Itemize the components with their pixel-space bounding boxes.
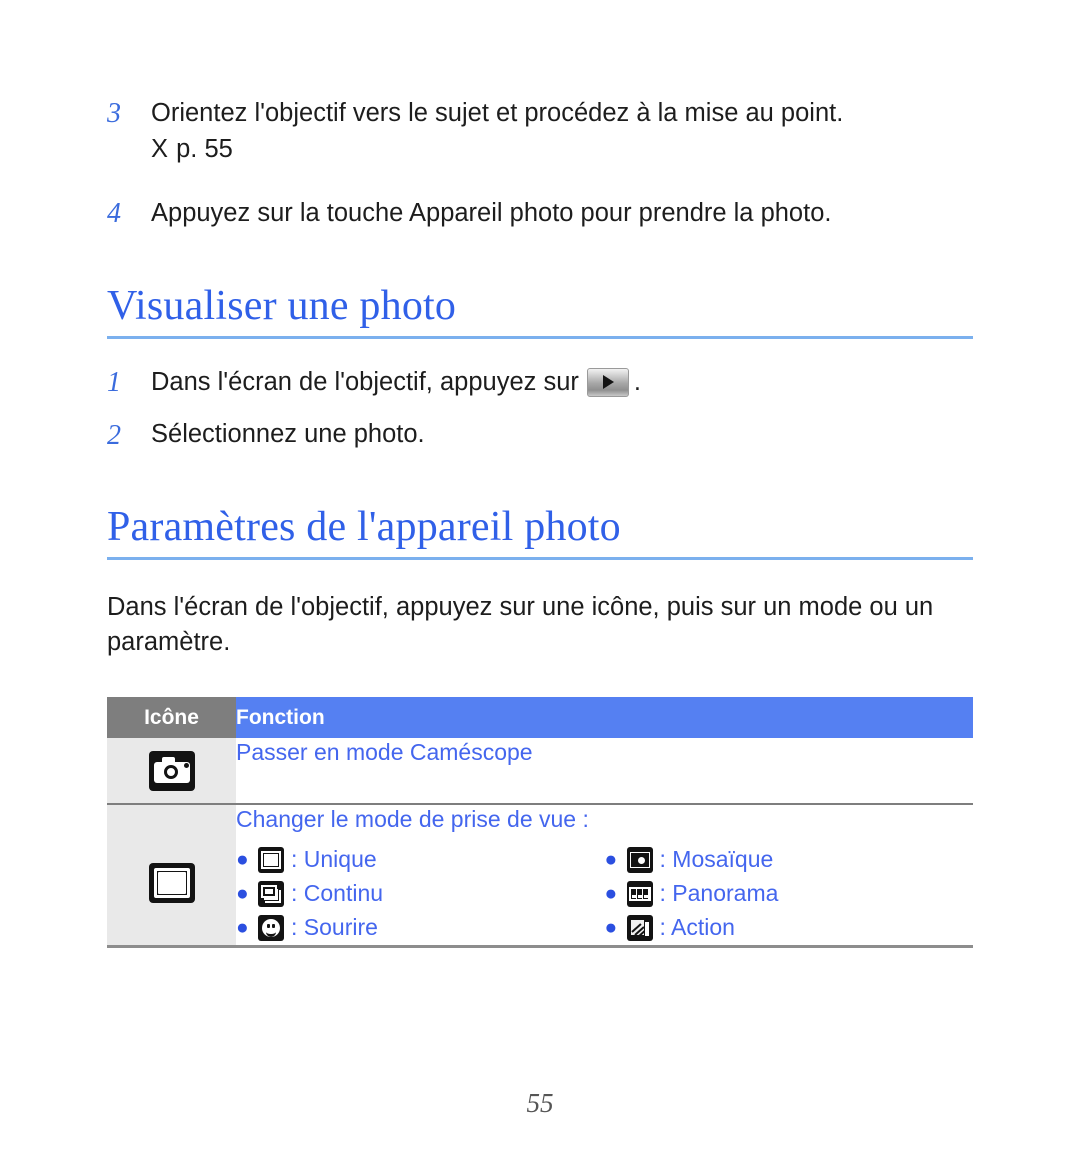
- mode-name: Action: [671, 914, 735, 941]
- mode-separator: :: [659, 914, 666, 941]
- step-item-3: 3 Orientez l'objectif vers le sujet et p…: [107, 96, 973, 166]
- heading-rule: [107, 557, 973, 561]
- mode-item-continu: ● : Continu: [236, 877, 605, 911]
- function-label: Passer en mode Caméscope: [236, 739, 533, 765]
- page-number: 55: [526, 1088, 554, 1118]
- cross-reference-page: p. 55: [176, 135, 233, 164]
- table-header-row: Icône Fonction: [107, 697, 973, 738]
- step-number: 4: [107, 198, 121, 230]
- mode-separator: :: [291, 880, 298, 907]
- mode-label: : Action: [660, 916, 735, 939]
- shooting-modes-left-column: ● : Unique ● : Continu ●: Sourire: [236, 843, 605, 945]
- step-text-block: Dans l'écran de l'objectif, appuyez sur.: [151, 366, 641, 399]
- shooting-mode-frame-icon: [148, 863, 195, 903]
- play-button-icon[interactable]: [586, 368, 629, 398]
- step-number: 3: [107, 98, 121, 129]
- mosaic-shot-icon: [626, 846, 653, 873]
- step-text: Appuyez sur la touche Appareil photo pou…: [151, 199, 832, 228]
- mode-item-mosaique: ● : Mosaïque: [605, 843, 974, 877]
- heading-rule: [107, 335, 973, 339]
- mode-name: Sourire: [303, 914, 378, 941]
- step-text: Orientez l'objectif vers le sujet et pro…: [151, 99, 844, 127]
- step-text: Dans l'écran de l'objectif, appuyez sur: [151, 367, 579, 396]
- smile-shot-icon: [258, 914, 284, 941]
- mode-label: : Mosaïque: [660, 848, 774, 871]
- mode-separator: :: [291, 846, 298, 873]
- mode-item-sourire: ● : Sourire: [236, 911, 605, 945]
- step-item-4: 4 Appuyez sur la touche Appareil photo p…: [107, 196, 973, 231]
- bullet-icon: ●: [604, 916, 618, 940]
- camera-settings-table: Icône Fonction Passer en mode Caméscope …: [107, 697, 973, 948]
- table-cell-function: Passer en mode Caméscope: [236, 738, 973, 805]
- mode-separator: :: [291, 914, 298, 941]
- mode-item-panorama: ● : Panorama: [605, 877, 974, 911]
- panorama-shot-icon: [626, 880, 653, 907]
- manual-page: 3 Orientez l'objectif vers le sujet et p…: [0, 96, 1080, 1176]
- arrow-reference-icon: X: [151, 135, 170, 164]
- table-row: Changer le mode de prise de vue : ● : Un…: [107, 804, 973, 948]
- step-number: 2: [107, 419, 121, 451]
- step-number: 1: [107, 366, 121, 398]
- mode-label: : Continu: [291, 882, 383, 905]
- table-header-icon: Icône: [107, 697, 236, 738]
- mode-item-action: ● : Action: [605, 911, 974, 945]
- step-text: Sélectionnez une photo.: [151, 420, 425, 449]
- step-item-1: 1 Dans l'écran de l'objectif, appuyez su…: [107, 365, 973, 400]
- mode-name: Unique: [303, 846, 377, 873]
- step-text-block: Orientez l'objectif vers le sujet et pro…: [151, 96, 973, 166]
- table-cell-icon: [107, 738, 236, 805]
- bullet-icon: ●: [236, 916, 249, 940]
- function-label: Changer le mode de prise de vue :: [236, 806, 589, 832]
- mode-name: Panorama: [672, 880, 779, 907]
- step-item-2: 2 Sélectionnez une photo.: [107, 418, 973, 453]
- mode-separator: :: [659, 846, 666, 873]
- mode-separator: :: [659, 880, 666, 907]
- section-heading-camera-settings: Paramètres de l'appareil photo: [107, 504, 621, 551]
- single-shot-icon: [258, 846, 284, 873]
- mode-name: Continu: [303, 880, 384, 907]
- shooting-modes-list: ● : Unique ● : Continu ●: Sourire ●: M…: [236, 843, 973, 945]
- continuous-shot-icon: [258, 880, 284, 907]
- camera-icon: [148, 751, 195, 791]
- mode-item-unique: ● : Unique: [236, 843, 605, 877]
- table-header-function: Fonction: [236, 697, 973, 738]
- section-heading-view-photo: Visualiser une photo: [107, 282, 457, 329]
- table-cell-icon: [107, 804, 236, 948]
- cross-reference: X p. 55: [151, 132, 973, 166]
- mode-label: : Panorama: [660, 882, 779, 905]
- bullet-icon: ●: [236, 848, 249, 872]
- bullet-icon: ●: [236, 882, 249, 906]
- mode-label: : Unique: [291, 848, 377, 871]
- action-shot-icon: [626, 914, 653, 941]
- table-cell-function: Changer le mode de prise de vue : ● : Un…: [236, 804, 973, 948]
- mode-label: : Sourire: [291, 916, 378, 939]
- shooting-modes-right-column: ● : Mosaïque ●: Panorama ●: Action: [605, 843, 974, 945]
- bullet-icon: ●: [604, 848, 618, 872]
- step-text-end: .: [633, 367, 641, 396]
- bullet-icon: ●: [604, 882, 618, 906]
- mode-name: Mosaïque: [672, 846, 774, 873]
- section-intro-paragraph: Dans l'écran de l'objectif, appuyez sur …: [107, 593, 934, 656]
- table-row: Passer en mode Caméscope: [107, 738, 973, 805]
